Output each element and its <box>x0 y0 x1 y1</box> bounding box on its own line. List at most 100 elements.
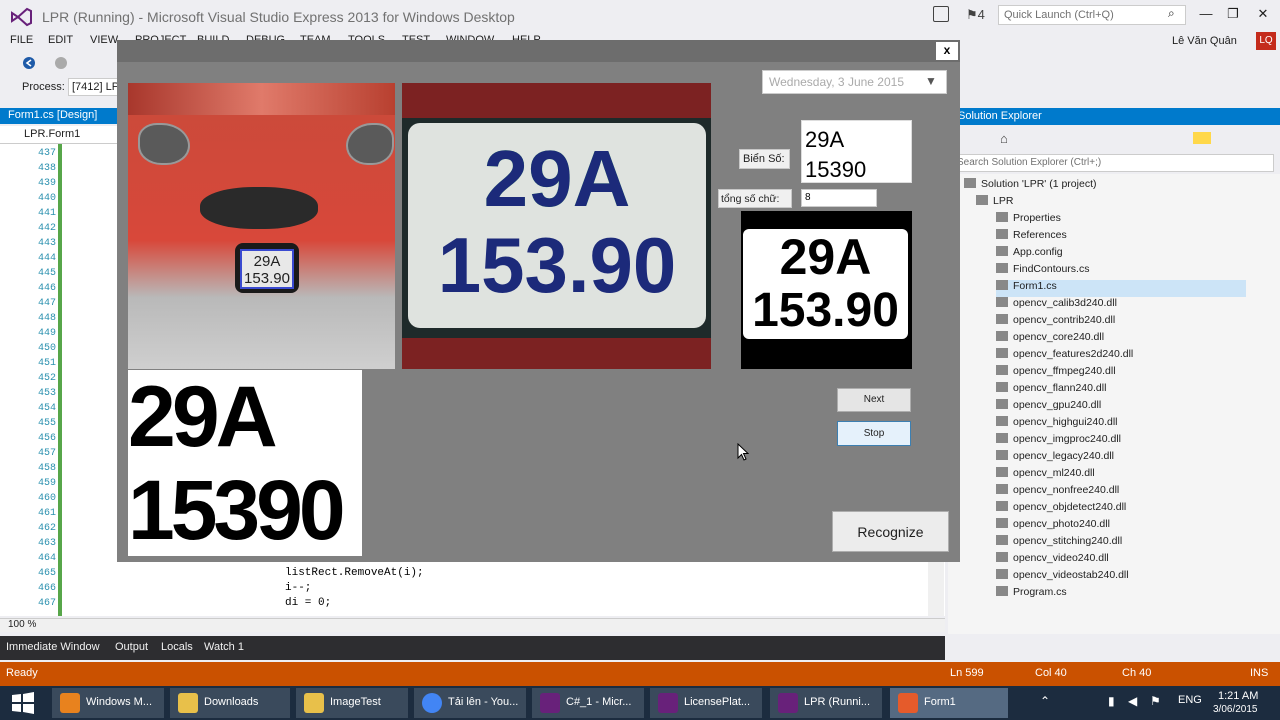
tree-item[interactable]: Program.cs <box>996 586 1067 603</box>
tab-form1-design[interactable]: Form1.cs [Design] <box>0 108 118 124</box>
dll-file-icon <box>996 382 1008 392</box>
line-number: 439 <box>37 178 56 189</box>
taskbar-item-active[interactable]: Form1 <box>890 688 1008 718</box>
dll-file-icon <box>996 535 1008 545</box>
tree-item[interactable]: opencv_legacy240.dll <box>996 450 1114 467</box>
back-icon[interactable] <box>22 56 36 70</box>
tree-item[interactable]: FindContours.cs <box>996 263 1089 280</box>
volume-icon[interactable]: ◀ <box>1128 694 1137 708</box>
date-picker[interactable]: Wednesday, 3 June 2015 <box>762 70 947 94</box>
line-number: 437 <box>37 148 56 159</box>
form-close-button[interactable]: x <box>936 42 958 60</box>
tab-output[interactable]: Output <box>115 641 148 653</box>
quick-launch-input[interactable]: Quick Launch (Ctrl+Q) <box>998 5 1186 25</box>
next-button[interactable]: Next <box>837 388 911 412</box>
tree-item-selected[interactable]: Form1.cs <box>996 280 1246 297</box>
tree-item[interactable]: opencv_ffmpeg240.dll <box>996 365 1116 382</box>
line-number: 444 <box>37 253 56 264</box>
close-button[interactable]: ✕ <box>1252 6 1274 22</box>
tree-item[interactable]: References <box>996 229 1067 246</box>
tree-item[interactable]: opencv_imgproc240.dll <box>996 433 1121 450</box>
tree-item[interactable]: opencv_objdetect240.dll <box>996 501 1126 518</box>
recognize-button[interactable]: Recognize <box>832 511 949 552</box>
tree-item[interactable]: LPR <box>976 195 1013 212</box>
language-indicator[interactable]: ENG <box>1178 694 1202 706</box>
tree-item[interactable]: opencv_features2d240.dll <box>996 348 1133 365</box>
tab-watch-1[interactable]: Watch 1 <box>204 641 244 653</box>
folder-icon <box>178 693 198 713</box>
csharp-file-icon <box>996 586 1008 596</box>
tree-item[interactable]: opencv_core240.dll <box>996 331 1104 348</box>
taskbar-item[interactable]: Downloads <box>170 688 290 718</box>
editor-horizontal-scrollbar[interactable] <box>0 618 945 632</box>
zoom-level[interactable]: 100 % <box>8 619 36 630</box>
taskbar-item[interactable]: LPR (Runni... <box>770 688 882 718</box>
search-icon[interactable]: ⌕ <box>1168 6 1175 21</box>
solution-search-input[interactable]: Search Solution Explorer (Ctrl+;) <box>948 154 1274 172</box>
right-headlight <box>346 123 394 165</box>
forward-icon[interactable] <box>54 56 68 70</box>
dll-file-icon <box>996 552 1008 562</box>
user-name[interactable]: Lê Văn Quân <box>1172 35 1237 47</box>
form1-titlebar <box>117 40 960 62</box>
line-number: 452 <box>37 373 56 384</box>
tree-item[interactable]: Properties <box>996 212 1061 229</box>
windows-start-icon[interactable] <box>10 691 36 715</box>
line-number: 442 <box>37 223 56 234</box>
menu-view[interactable]: VIEW <box>90 34 118 46</box>
notification-flag-icon[interactable]: ⚑4 <box>966 7 985 23</box>
stop-button[interactable]: Stop <box>837 421 911 446</box>
taskbar-item[interactable]: Windows M... <box>52 688 164 718</box>
mouse-cursor-icon <box>737 443 749 461</box>
taskbar-item[interactable]: Tải lên - You... <box>414 688 526 718</box>
process-dropdown[interactable]: [7412] LP <box>68 78 124 96</box>
tree-item[interactable]: App.config <box>996 246 1063 263</box>
tree-item[interactable]: opencv_nonfree240.dll <box>996 484 1119 501</box>
menu-file[interactable]: FILE <box>10 34 33 46</box>
feedback-icon[interactable] <box>933 6 949 22</box>
line-number: 441 <box>37 208 56 219</box>
solution-icon <box>964 178 976 188</box>
tree-item[interactable]: opencv_ml240.dll <box>996 467 1095 484</box>
plate-result-textbox[interactable]: 29A 15390 <box>801 120 912 183</box>
tree-item[interactable]: opencv_flann240.dll <box>996 382 1106 399</box>
line-number: 462 <box>37 523 56 534</box>
tree-item[interactable]: opencv_highgui240.dll <box>996 416 1118 433</box>
binary-plate: 29A 153.90 <box>743 229 908 339</box>
avatar[interactable]: LQ <box>1256 32 1276 50</box>
tab-immediate-window[interactable]: Immediate Window <box>6 641 100 653</box>
tree-item[interactable]: opencv_photo240.dll <box>996 518 1110 535</box>
flag-icon[interactable]: ⚑ <box>1150 694 1161 708</box>
tree-item[interactable]: opencv_videostab240.dll <box>996 569 1129 586</box>
line-number: 449 <box>37 328 56 339</box>
properties-icon[interactable] <box>1193 132 1211 144</box>
visual-studio-icon <box>658 693 678 713</box>
taskbar-item[interactable]: LicensePlat... <box>650 688 762 718</box>
process-label: Process: <box>22 81 65 93</box>
tree-item[interactable]: opencv_contrib240.dll <box>996 314 1115 331</box>
network-icon[interactable]: ▮ <box>1108 694 1115 708</box>
taskbar-item[interactable]: ImageTest <box>296 688 408 718</box>
restore-button[interactable]: ❐ <box>1222 6 1244 22</box>
tab-locals[interactable]: Locals <box>161 641 193 653</box>
taskbar-item[interactable]: C#_1 - Micr... <box>532 688 644 718</box>
status-text: Ready <box>6 667 38 679</box>
minimize-button[interactable]: — <box>1195 6 1217 22</box>
config-file-icon <box>996 246 1008 256</box>
tree-item[interactable]: opencv_calib3d240.dll <box>996 297 1117 314</box>
home-icon[interactable]: ⌂ <box>1000 131 1008 146</box>
dll-file-icon <box>996 450 1008 460</box>
show-hidden-icons-icon[interactable]: ⌃ <box>1040 694 1050 708</box>
char-count-field[interactable]: 8 <box>801 189 877 207</box>
tree-item[interactable]: opencv_gpu240.dll <box>996 399 1101 416</box>
chevron-down-icon[interactable]: ▼ <box>925 74 937 88</box>
type-dropdown[interactable]: LPR.Form1 <box>6 128 118 143</box>
clock-date[interactable]: 3/06/2015 <box>1213 704 1258 715</box>
tree-item[interactable]: opencv_stitching240.dll <box>996 535 1122 552</box>
tree-item[interactable]: opencv_video240.dll <box>996 552 1109 569</box>
menu-edit[interactable]: EDIT <box>48 34 73 46</box>
line-number: 456 <box>37 433 56 444</box>
change-tracking-bar <box>58 144 62 616</box>
clock-time[interactable]: 1:21 AM <box>1218 690 1258 702</box>
tree-item[interactable]: Solution 'LPR' (1 project) <box>964 178 1096 195</box>
